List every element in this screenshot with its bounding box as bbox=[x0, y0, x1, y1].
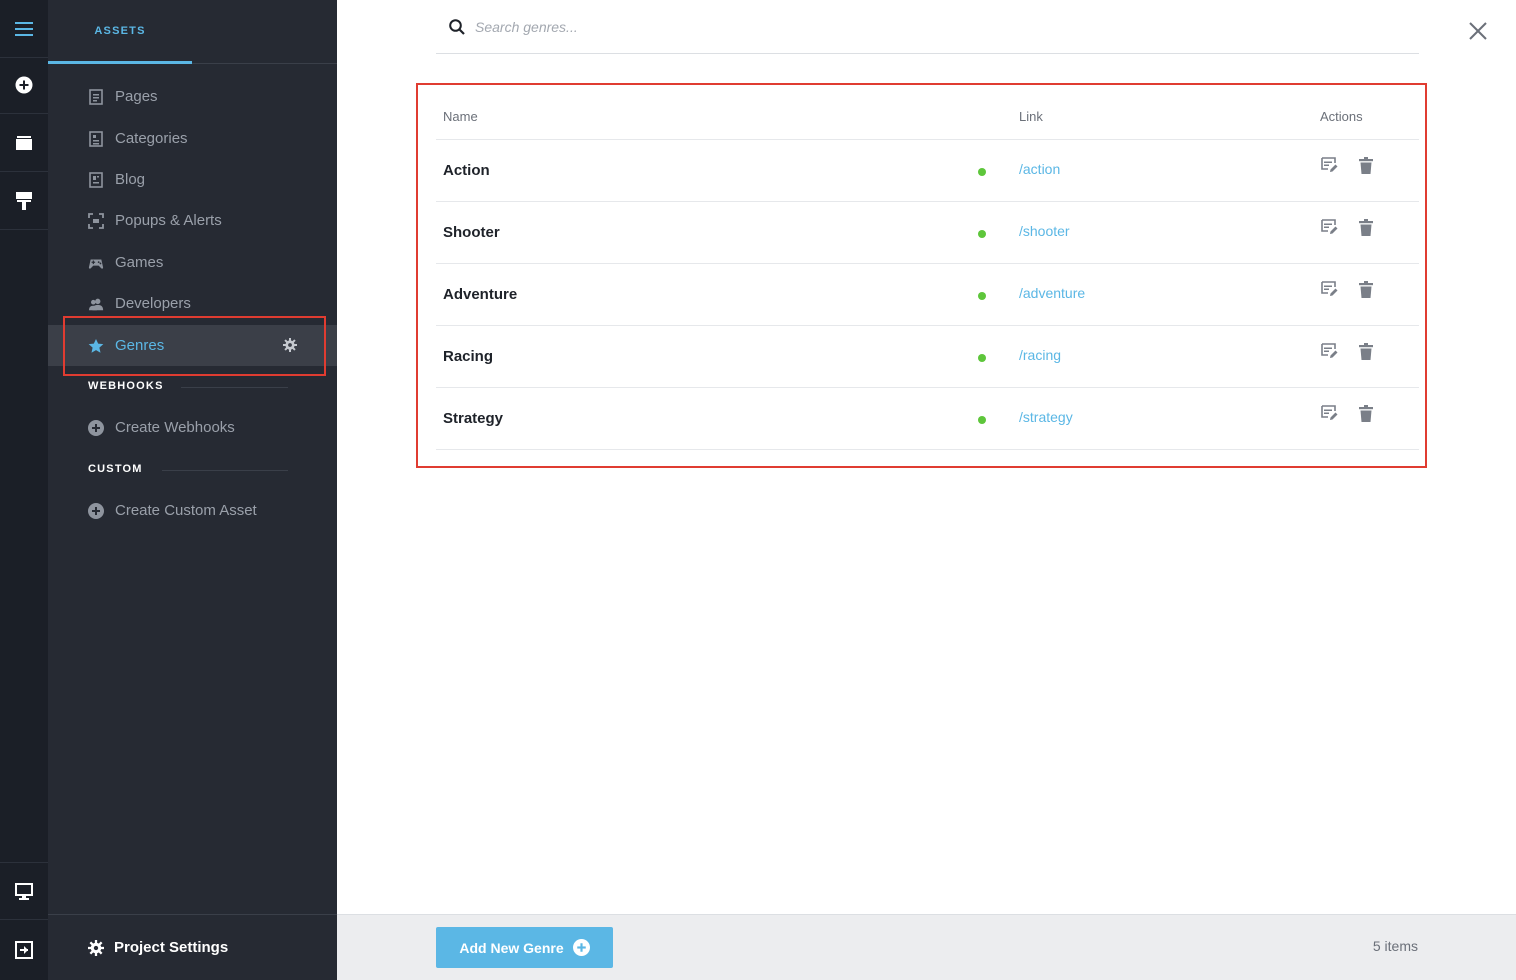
custom-section-label: CUSTOM bbox=[88, 463, 143, 475]
create-custom-asset-label: Create Custom Asset bbox=[115, 502, 257, 519]
gamepad-icon bbox=[88, 255, 104, 271]
monitor-icon bbox=[15, 882, 33, 900]
menu-button[interactable] bbox=[0, 0, 48, 58]
sidebar-item-label: Developers bbox=[115, 295, 191, 312]
webhooks-section-label: WEBHOOKS bbox=[88, 380, 164, 392]
add-new-genre-label: Add New Genre bbox=[459, 939, 564, 956]
add-circle-icon bbox=[88, 419, 104, 436]
search-icon bbox=[449, 18, 465, 35]
sidebar-item-blog[interactable]: Blog bbox=[48, 159, 337, 200]
create-webhooks-label: Create Webhooks bbox=[115, 419, 235, 436]
icon-rail bbox=[0, 0, 48, 980]
search-bar bbox=[436, 0, 1419, 54]
close-button[interactable] bbox=[1467, 20, 1489, 42]
sidebar-item-games[interactable]: Games bbox=[48, 242, 337, 283]
gear-icon bbox=[88, 939, 104, 956]
preview-button[interactable] bbox=[0, 862, 48, 920]
assets-button[interactable] bbox=[0, 114, 48, 172]
assets-sidebar: ASSETS Pages Categories Blog Popups & Al… bbox=[48, 0, 337, 980]
hamburger-menu-icon bbox=[15, 21, 33, 36]
sidebar-item-label: Popups & Alerts bbox=[115, 212, 222, 229]
sidebar-header: ASSETS bbox=[48, 0, 337, 64]
create-custom-asset-item[interactable]: Create Custom Asset bbox=[48, 490, 337, 531]
table-highlight-box bbox=[416, 83, 1427, 468]
project-settings-button[interactable]: Project Settings bbox=[48, 914, 337, 980]
project-settings-label: Project Settings bbox=[114, 939, 229, 956]
webhooks-divider bbox=[181, 387, 288, 388]
popup-icon bbox=[88, 212, 104, 229]
create-webhooks-item[interactable]: Create Webhooks bbox=[48, 407, 337, 448]
sidebar-item-popups-alerts[interactable]: Popups & Alerts bbox=[48, 200, 337, 241]
sidebar-item-label: Categories bbox=[115, 130, 188, 147]
add-button[interactable] bbox=[0, 56, 48, 114]
paint-roller-icon bbox=[16, 191, 32, 210]
users-icon bbox=[88, 296, 104, 312]
sidebar-item-label: Games bbox=[115, 254, 164, 271]
folder-icon bbox=[16, 135, 32, 150]
sidebar-item-pages[interactable]: Pages bbox=[48, 76, 337, 117]
design-button[interactable] bbox=[0, 172, 48, 230]
custom-divider bbox=[162, 470, 288, 471]
item-count: 5 items bbox=[1372, 938, 1418, 954]
exit-button[interactable] bbox=[0, 921, 48, 979]
sidebar-item-label: Pages bbox=[115, 88, 158, 105]
footer-bar: Add New Genre 5 items bbox=[337, 914, 1516, 980]
add-circle-icon bbox=[88, 502, 104, 519]
exit-icon bbox=[15, 941, 33, 959]
close-icon bbox=[1469, 22, 1487, 40]
blog-icon bbox=[88, 171, 104, 188]
add-new-genre-button[interactable]: Add New Genre bbox=[436, 927, 613, 968]
add-circle-icon bbox=[572, 939, 590, 956]
category-icon bbox=[88, 130, 104, 147]
tab-assets[interactable]: ASSETS bbox=[48, 0, 192, 64]
add-circle-icon bbox=[15, 76, 33, 93]
genres-highlight-box bbox=[63, 316, 326, 376]
sidebar-item-label: Blog bbox=[115, 171, 146, 188]
page-icon bbox=[88, 88, 104, 105]
search-input[interactable] bbox=[475, 18, 1275, 35]
sidebar-item-categories[interactable]: Categories bbox=[48, 118, 337, 159]
